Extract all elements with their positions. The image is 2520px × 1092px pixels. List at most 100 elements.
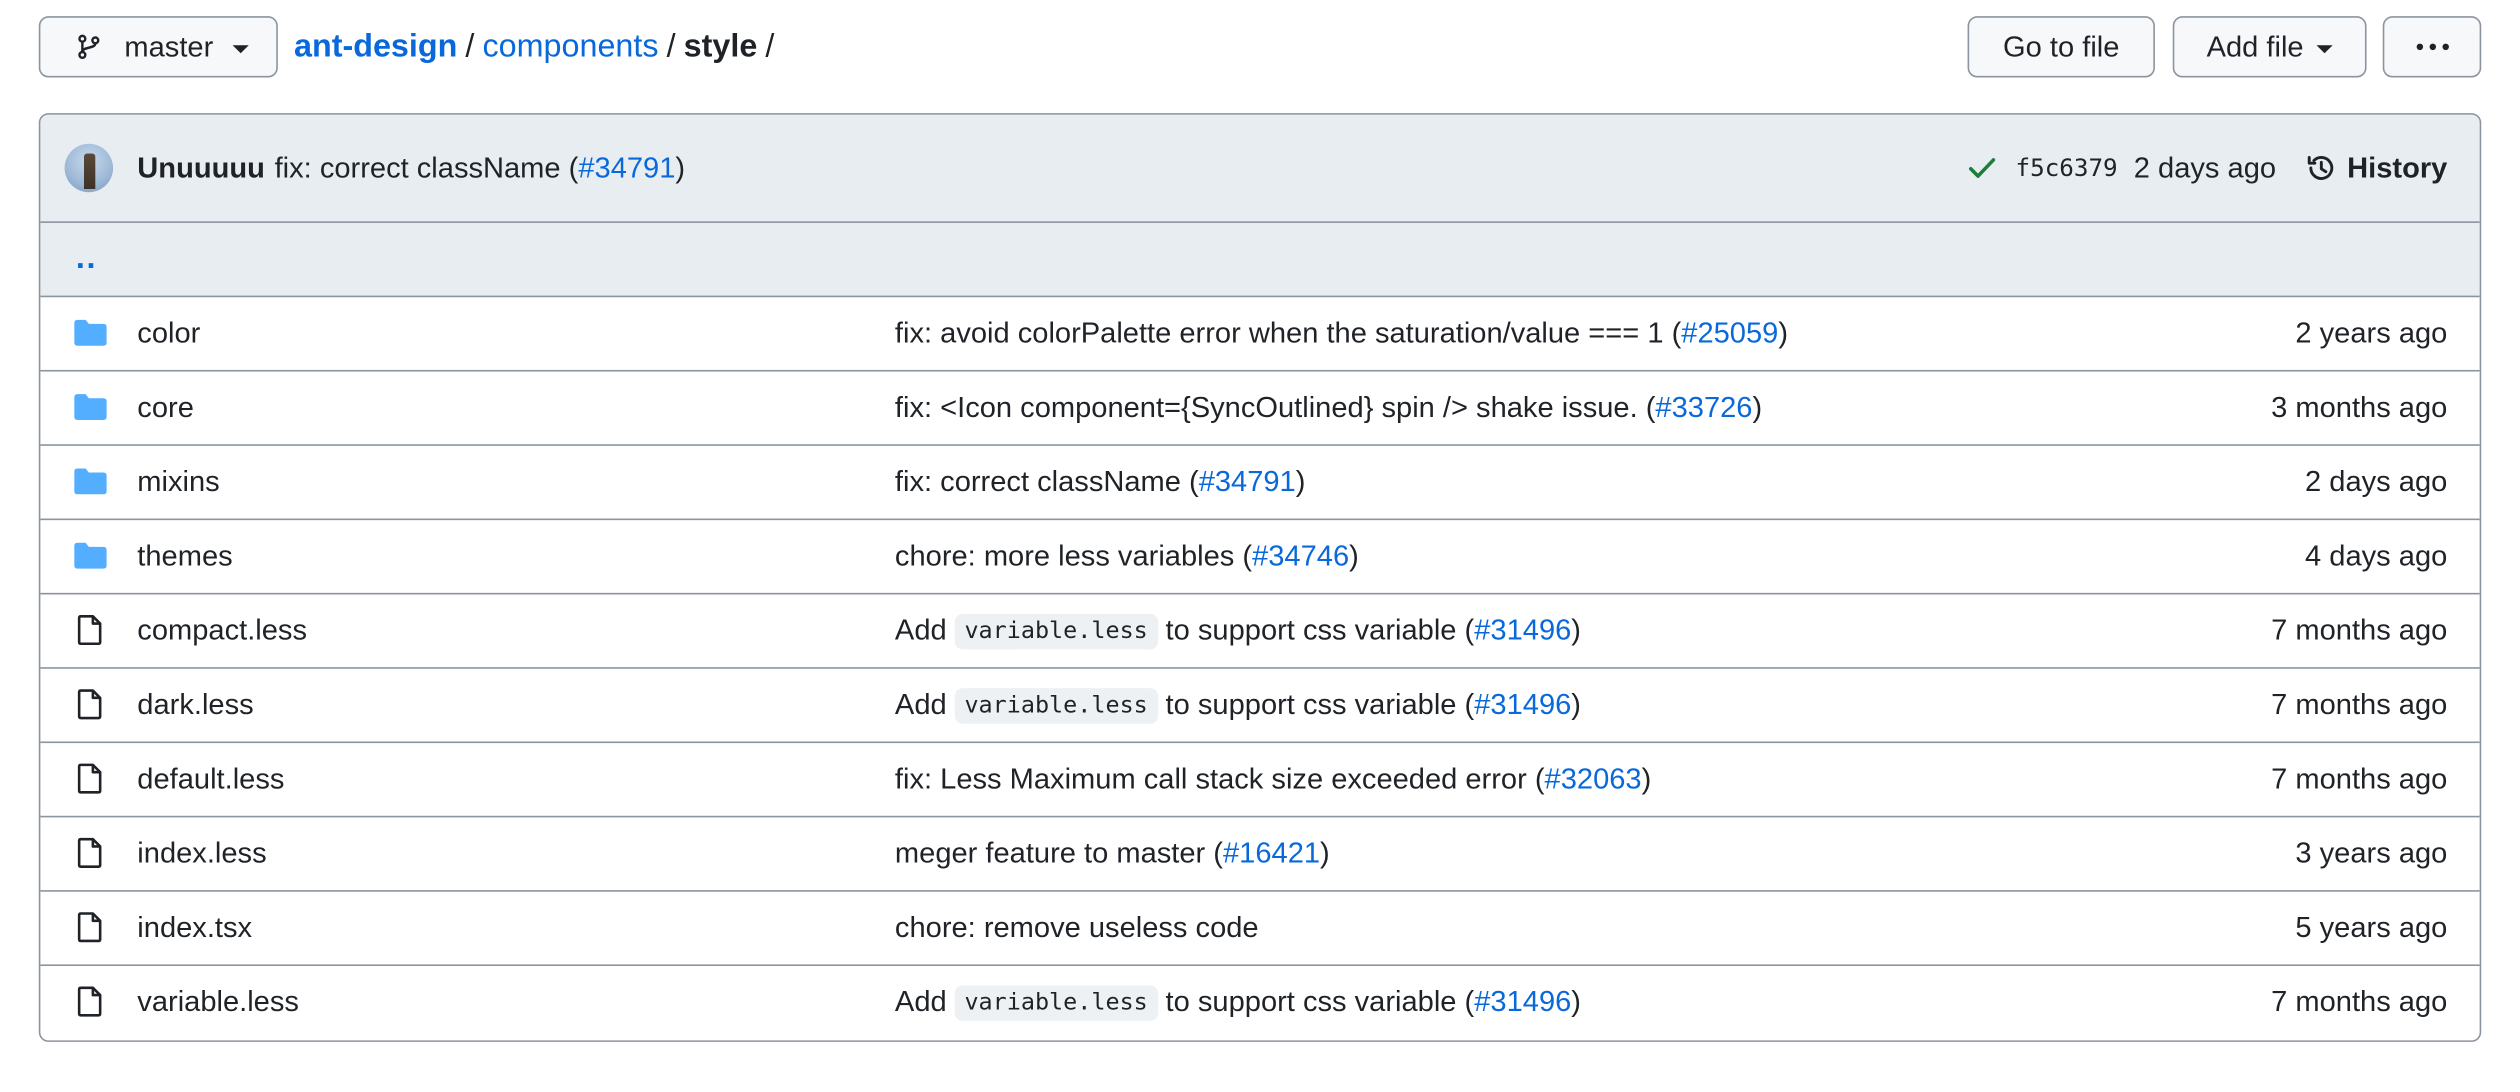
branch-name: master bbox=[124, 29, 214, 63]
pr-link[interactable]: #34746 bbox=[1252, 540, 1349, 574]
commit-message-text: ) bbox=[1571, 613, 1581, 647]
file-name-link[interactable]: mixins bbox=[137, 446, 219, 519]
commit-message-link[interactable]: fix: correct className (#34791) bbox=[895, 446, 1306, 519]
chevron-down-icon bbox=[2316, 44, 2333, 53]
page: master ant-design / components / style /… bbox=[0, 0, 2520, 1092]
breadcrumb: ant-design / components / style / bbox=[294, 16, 782, 77]
commit-time: 5 years ago bbox=[2295, 911, 2448, 944]
pr-link[interactable]: #31496 bbox=[1474, 985, 1571, 1019]
breadcrumb-dir-link[interactable]: components bbox=[482, 28, 658, 65]
table-row: mixins fix: correct className (#34791) 2 d… bbox=[40, 446, 2480, 521]
commit-message-link[interactable]: Add variable.less to support css variable … bbox=[895, 966, 1581, 1039]
commit-message-text: fix: Less Maximum call stack size exceed… bbox=[894, 762, 1545, 795]
commit-message-text: to support css variable ( bbox=[1165, 985, 1475, 1018]
commit-message-text: Add bbox=[894, 688, 947, 721]
commit-message-text: ) bbox=[1641, 762, 1652, 795]
file-name-link[interactable]: default.less bbox=[137, 743, 284, 816]
commit-sha[interactable]: f5c6379 bbox=[2016, 153, 2118, 182]
file-icon bbox=[73, 911, 109, 943]
pr-link[interactable]: #33726 bbox=[1655, 391, 1752, 425]
commit-message-text: chore: more less variables ( bbox=[894, 539, 1253, 572]
kebab-horizontal-icon bbox=[2415, 43, 2449, 51]
commit-message-link[interactable]: fix: avoid colorPalette error when the s… bbox=[895, 297, 1788, 370]
commit-message-link[interactable]: Add variable.less to support css variable … bbox=[895, 669, 1581, 742]
commit-message-text: chore: remove useless code bbox=[894, 911, 1259, 944]
commit-time: 2 days ago bbox=[2305, 465, 2448, 498]
pr-link[interactable]: #25059 bbox=[1681, 317, 1778, 351]
commit-text[interactable]: fix: correct className ( bbox=[275, 151, 579, 185]
folder-icon bbox=[73, 465, 109, 497]
commit-time: 7 months ago bbox=[2271, 762, 2448, 795]
pr-link[interactable]: #16421 bbox=[1223, 837, 1320, 871]
parent-directory-link[interactable]: .. bbox=[76, 241, 97, 278]
file-name-link[interactable]: color bbox=[137, 297, 200, 370]
breadcrumb-separator: / bbox=[666, 28, 676, 64]
table-row: variable.less Add variable.less to support … bbox=[40, 966, 2479, 1040]
commit-message-text: ) bbox=[1320, 836, 1330, 870]
folder-icon bbox=[73, 391, 109, 423]
commit-message-text: fix: correct className ( bbox=[894, 465, 1199, 498]
folder-icon bbox=[73, 317, 109, 349]
pr-link[interactable]: #31496 bbox=[1474, 614, 1571, 648]
pr-link[interactable]: #32063 bbox=[1545, 762, 1642, 796]
commit-time: 3 months ago bbox=[2271, 390, 2448, 424]
file-icon bbox=[73, 837, 109, 869]
commit-message-text: ) bbox=[1778, 316, 1789, 349]
parent-directory-row[interactable]: .. bbox=[40, 222, 2480, 298]
commit-message-link[interactable]: Add variable.less to support css variable … bbox=[895, 594, 1581, 667]
commit-message-link[interactable]: meger feature to master (#16421) bbox=[895, 817, 1330, 890]
history-icon bbox=[2307, 156, 2334, 180]
avatar[interactable] bbox=[64, 143, 114, 193]
commit-message-link[interactable]: chore: remove useless code bbox=[895, 892, 1259, 965]
commit-time: 7 months ago bbox=[2271, 688, 2448, 721]
check-icon bbox=[1968, 158, 1995, 178]
commit-message-text: Add bbox=[894, 613, 947, 647]
commit-author[interactable]: Unuuuuu bbox=[137, 151, 265, 185]
file-name-link[interactable]: compact.less bbox=[137, 594, 307, 667]
commit-message-text: ) bbox=[1349, 539, 1359, 572]
file-name-link[interactable]: core bbox=[137, 372, 194, 445]
file-name-link[interactable]: variable.less bbox=[137, 966, 299, 1039]
commit-message-text: meger feature to master ( bbox=[894, 836, 1224, 870]
file-icon bbox=[73, 614, 109, 646]
file-rows: color fix: avoid colorPalette error when … bbox=[40, 297, 2480, 1040]
breadcrumb-separator: / bbox=[765, 28, 775, 64]
file-icon bbox=[73, 985, 109, 1017]
breadcrumb-repo-link[interactable]: ant-design bbox=[294, 28, 457, 65]
more-options-button[interactable] bbox=[2382, 16, 2482, 78]
inline-code: variable.less bbox=[954, 984, 1158, 1021]
commit-time: 3 years ago bbox=[2295, 836, 2448, 870]
branch-select-button[interactable]: master bbox=[38, 16, 278, 78]
file-icon bbox=[73, 688, 109, 720]
add-file-button[interactable]: Add file bbox=[2172, 16, 2367, 78]
pr-link[interactable]: #34791 bbox=[1199, 465, 1296, 499]
commit-time: 7 months ago bbox=[2271, 985, 2448, 1018]
go-to-file-button[interactable]: Go to file bbox=[1967, 16, 2155, 78]
commit-message-text: to support css variable ( bbox=[1165, 688, 1475, 721]
file-name-link[interactable]: index.less bbox=[137, 817, 266, 890]
commit-message-text: ) bbox=[1295, 465, 1306, 498]
file-name-link[interactable]: themes bbox=[137, 520, 232, 593]
commit-message-text: Add bbox=[894, 985, 947, 1018]
table-row: index.less meger feature to master (#1642… bbox=[40, 817, 2480, 892]
file-name-link[interactable]: dark.less bbox=[137, 669, 253, 742]
file-name-link[interactable]: index.tsx bbox=[137, 892, 252, 965]
commit-message: Unuuuuu fix: correct className ( #34791 … bbox=[137, 115, 685, 222]
commit-message-text: ) bbox=[1752, 390, 1763, 424]
file-icon bbox=[73, 762, 109, 794]
latest-commit-bar: Unuuuuu fix: correct className ( #34791 … bbox=[40, 114, 2480, 223]
commit-message-link[interactable]: fix: Less Maximum call stack size exceed… bbox=[895, 743, 1651, 816]
pr-link[interactable]: #31496 bbox=[1474, 688, 1571, 722]
commit-pr-link[interactable]: #34791 bbox=[578, 151, 675, 185]
history-button[interactable]: History bbox=[2305, 151, 2447, 185]
commit-time: 2 years ago bbox=[2295, 316, 2448, 349]
add-file-label: Add file bbox=[2206, 29, 2304, 63]
commit-time: 4 days ago bbox=[2305, 539, 2448, 572]
commit-text-suffix: ) bbox=[675, 151, 686, 184]
commit-message-link[interactable]: fix: <Icon component={SyncOutlined} spin… bbox=[895, 372, 1762, 445]
inline-code: variable.less bbox=[954, 687, 1158, 723]
table-row: color fix: avoid colorPalette error when … bbox=[40, 297, 2480, 372]
commit-message-link[interactable]: chore: more less variables (#34746) bbox=[895, 520, 1359, 593]
commit-message-text: fix: avoid colorPalette error when the s… bbox=[894, 316, 1682, 349]
table-row: default.less fix: Less Maximum call stack… bbox=[40, 743, 2480, 818]
